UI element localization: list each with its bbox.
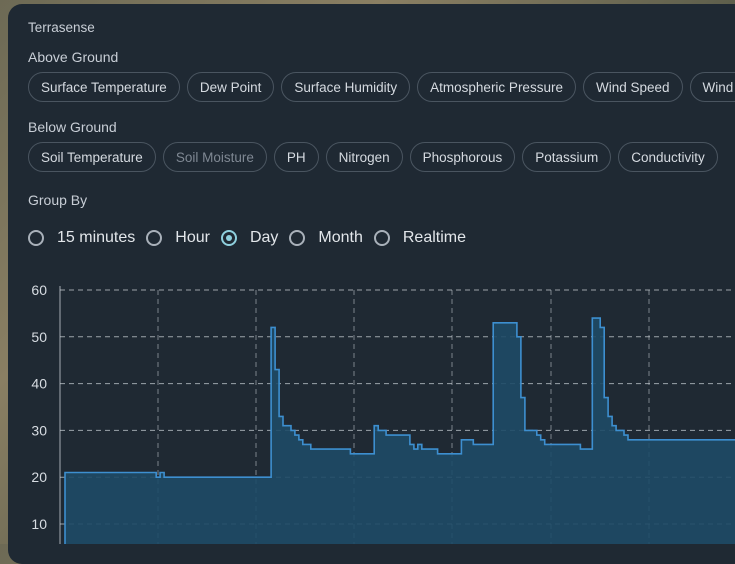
y-tick-label: 20 [31,469,47,485]
y-tick-label: 50 [31,329,47,345]
series-area-fill [65,318,735,544]
y-tick-label: 30 [31,422,47,438]
y-tick-label: 40 [31,376,47,392]
y-tick-label: 10 [31,516,47,532]
y-tick-label: 60 [31,282,47,298]
sensor-area-chart: 10 20 30 40 50 60 [31,282,735,544]
main-panel: Terrasense Above Ground Surface Temperat… [8,4,735,564]
